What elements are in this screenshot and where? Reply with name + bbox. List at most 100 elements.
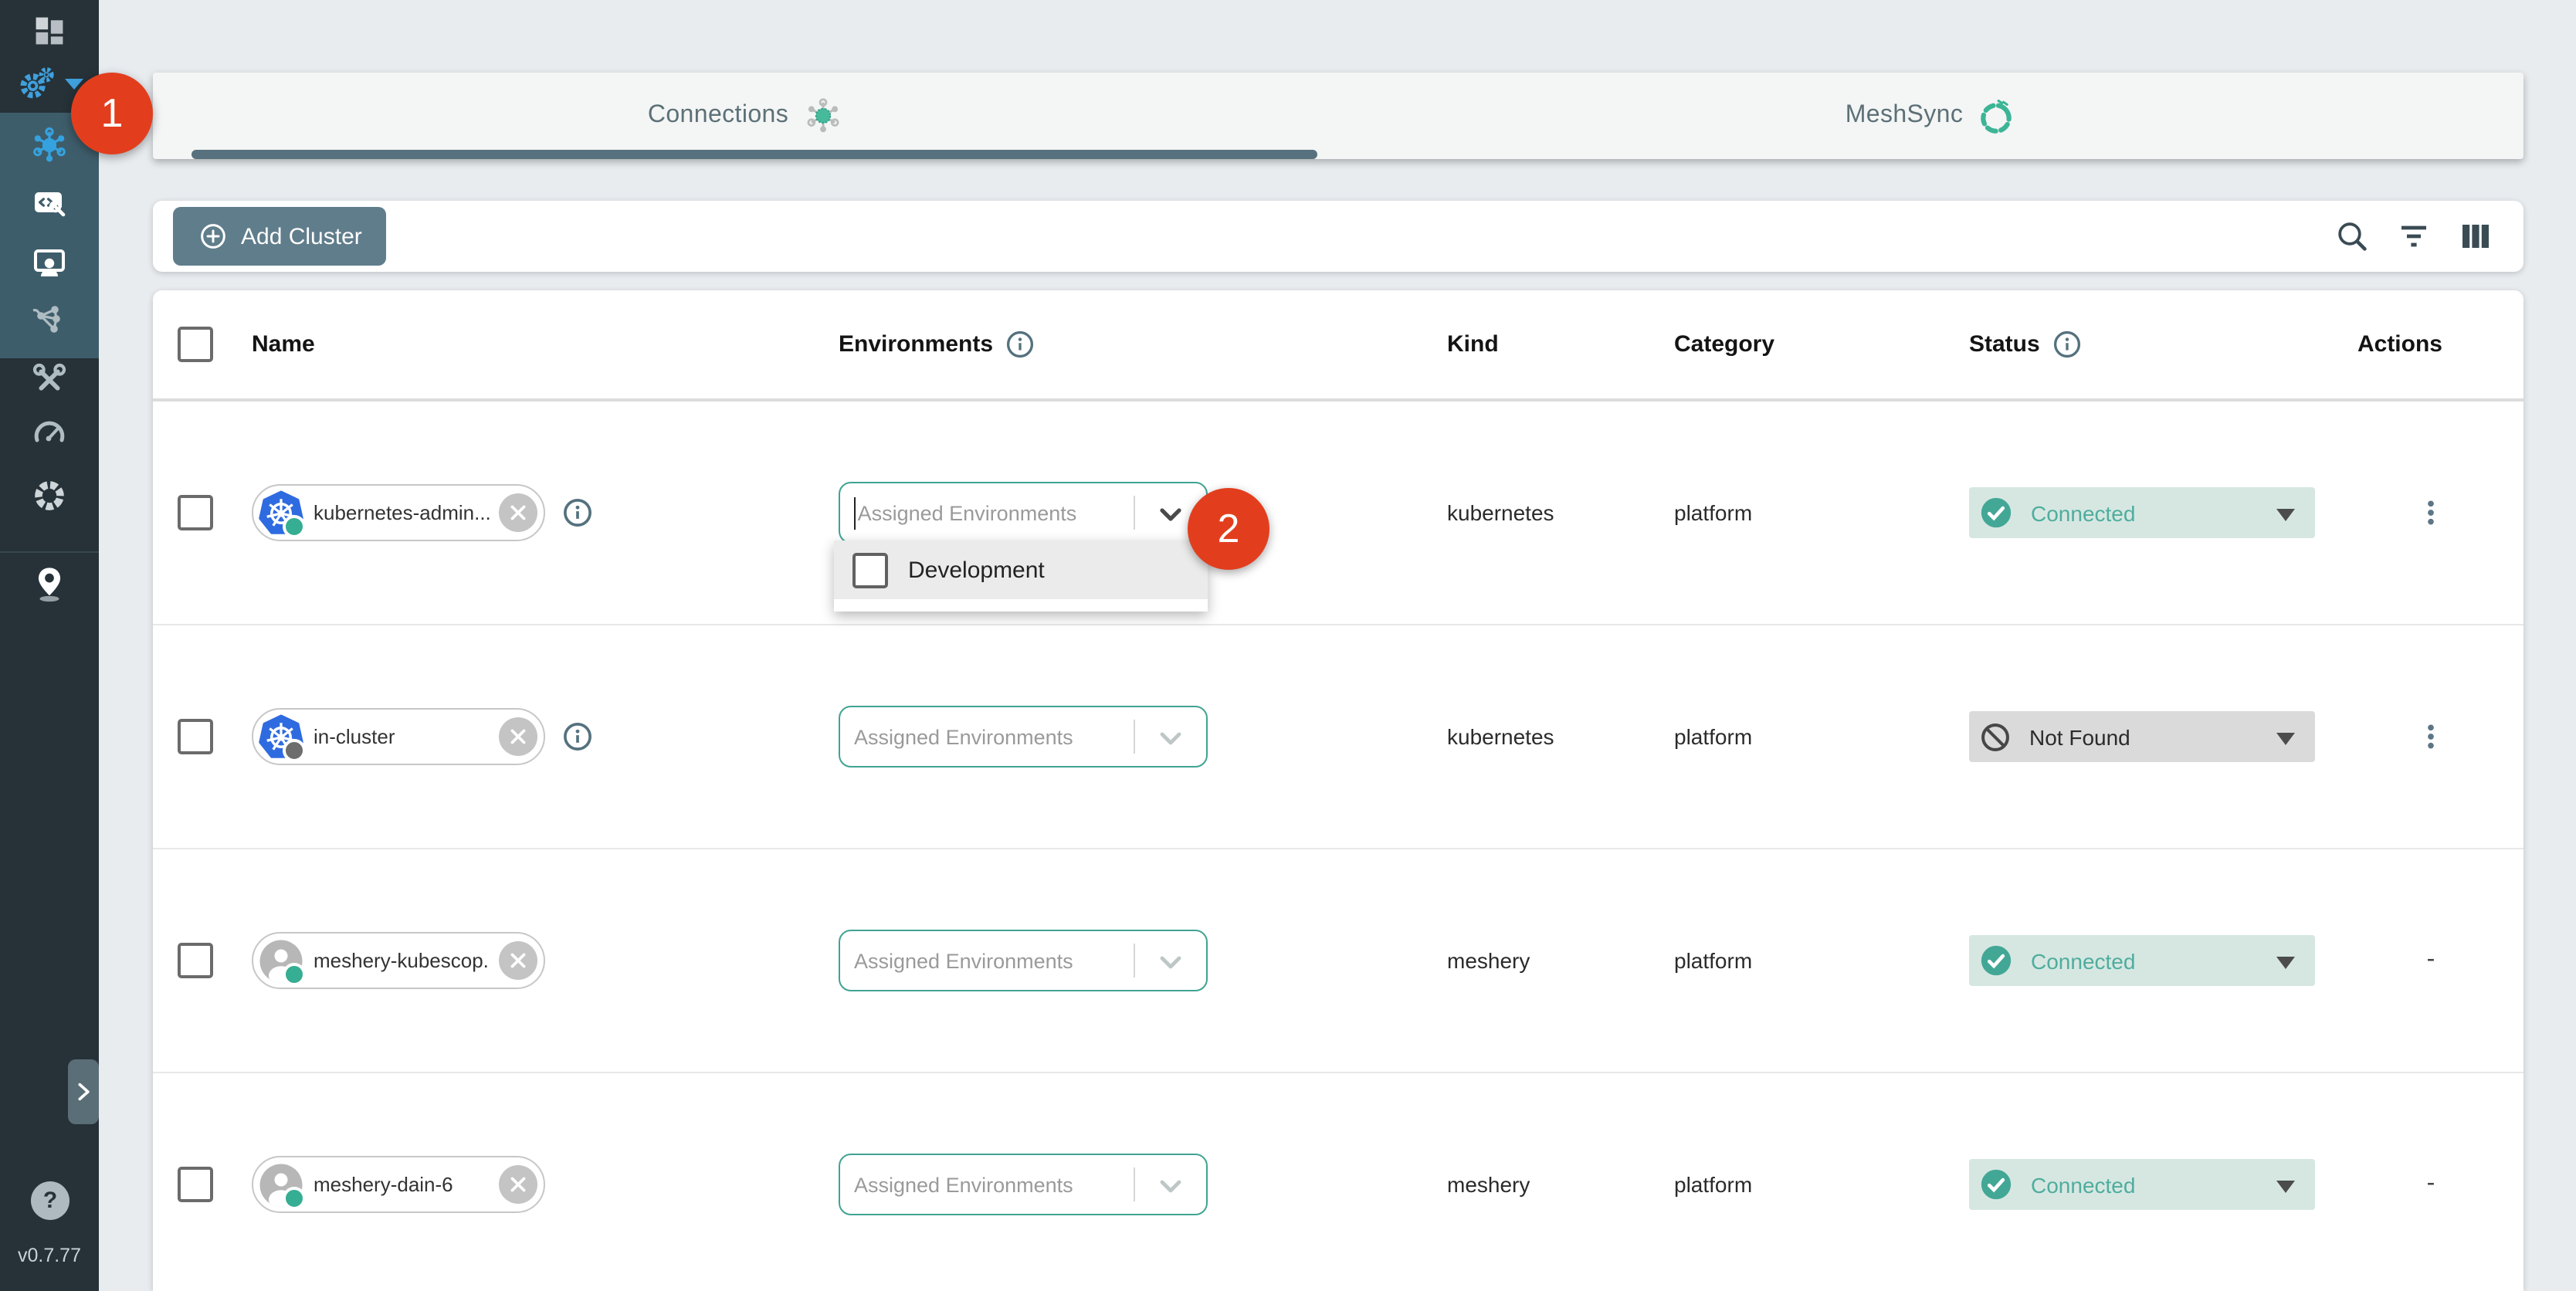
sidebar-item-screen[interactable] xyxy=(0,244,99,281)
environments-menu: Development xyxy=(834,540,1208,612)
env-placeholder: Assigned Environments xyxy=(854,1173,1073,1196)
active-tab-indicator xyxy=(192,149,1317,159)
row-actions-none: - xyxy=(2377,1171,2485,1198)
kebab-menu-icon xyxy=(2415,497,2446,528)
env-placeholder: Assigned Environments xyxy=(858,501,1077,524)
connection-chip[interactable]: in-cluster xyxy=(252,708,545,765)
env-option-development[interactable]: Development xyxy=(834,540,1208,599)
chevron-down-icon[interactable] xyxy=(1152,1167,1189,1205)
adapters-code-icon xyxy=(31,185,68,222)
row-checkbox[interactable] xyxy=(178,719,213,754)
table-row: meshery-dain-6 Assigned Environments mes… xyxy=(153,1073,2523,1291)
sidebar-divider xyxy=(0,551,99,553)
category-value: platform xyxy=(1674,948,1752,973)
table-header: Name Environments Kind Category Status A… xyxy=(153,290,2523,402)
status-select[interactable]: Connected xyxy=(1969,487,2315,538)
remove-connection-icon[interactable] xyxy=(499,493,537,532)
add-cluster-button[interactable]: Add Cluster xyxy=(173,207,387,266)
info-icon[interactable] xyxy=(2051,328,2083,361)
chevron-right-icon xyxy=(73,1078,94,1106)
search-icon[interactable] xyxy=(2334,218,2371,255)
category-value: platform xyxy=(1674,1172,1752,1197)
connection-info-icon[interactable] xyxy=(561,496,595,530)
sidebar-item-extensions[interactable] xyxy=(0,477,99,514)
connections-tab-icon xyxy=(802,96,842,136)
caret-down-icon xyxy=(2276,732,2295,744)
connection-chip[interactable]: meshery-dain-6 xyxy=(252,1156,545,1213)
connection-name: meshery-kubescop... xyxy=(314,949,490,972)
check-circle-icon xyxy=(1978,943,2014,978)
row-actions-none: - xyxy=(2377,947,2485,974)
sidebar-item-adapters[interactable] xyxy=(0,185,99,222)
meshsync-icon xyxy=(1977,97,2015,135)
row-checkbox[interactable] xyxy=(178,1167,213,1202)
row-checkbox[interactable] xyxy=(178,943,213,978)
status-select[interactable]: Connected xyxy=(1969,1159,2315,1210)
connection-chip[interactable]: meshery-kubescop... xyxy=(252,932,545,989)
environments-select[interactable]: Assigned Environments xyxy=(839,1154,1208,1215)
category-value: platform xyxy=(1674,724,1752,749)
chevron-down-icon[interactable] xyxy=(1152,720,1189,757)
performance-gauge-icon xyxy=(31,415,68,452)
column-category: Category xyxy=(1674,331,1774,357)
sidebar-item-environments[interactable] xyxy=(0,564,99,604)
toolbox-wrenches-icon xyxy=(31,361,68,398)
tab-connections-label: Connections xyxy=(648,102,788,130)
tab-meshsync[interactable]: MeshSync xyxy=(1337,73,2523,159)
remove-connection-icon[interactable] xyxy=(499,1165,537,1204)
connection-status-dot xyxy=(283,738,306,761)
connections-mesh-icon xyxy=(29,125,69,165)
connection-status-dot xyxy=(283,962,306,985)
env-placeholder: Assigned Environments xyxy=(854,949,1073,972)
caret-down-icon xyxy=(2276,956,2295,968)
connection-status-dot xyxy=(283,1186,306,1209)
sidebar-item-toolbox[interactable] xyxy=(0,361,99,398)
sidebar-item-performance[interactable] xyxy=(0,415,99,452)
annotation-badge-2: 2 xyxy=(1188,488,1269,570)
remove-connection-icon[interactable] xyxy=(499,941,537,980)
tab-bar: Connections MeshSync xyxy=(153,73,2523,159)
remove-connection-icon[interactable] xyxy=(499,717,537,756)
table-toolbar: Add Cluster xyxy=(153,201,2523,272)
sidebar-expand-button[interactable] xyxy=(68,1059,99,1124)
sidebar-item-service-graph[interactable] xyxy=(0,303,99,340)
extensions-icon xyxy=(31,477,68,514)
row-checkbox[interactable] xyxy=(178,495,213,530)
info-icon[interactable] xyxy=(1004,328,1036,361)
check-circle-icon xyxy=(1978,495,2014,530)
environments-select[interactable]: Assigned Environments xyxy=(839,930,1208,991)
kind-value: kubernetes xyxy=(1447,724,1554,749)
service-graph-icon xyxy=(31,303,68,340)
kebab-menu-icon xyxy=(2415,721,2446,752)
status-select[interactable]: Not Found xyxy=(1969,711,2315,762)
option-checkbox[interactable] xyxy=(852,552,888,588)
view-columns-icon[interactable] xyxy=(2457,218,2494,255)
chevron-down-icon[interactable] xyxy=(1152,496,1189,533)
filter-icon[interactable] xyxy=(2395,218,2432,255)
dashboard-icon[interactable] xyxy=(0,12,99,49)
environments-select[interactable]: Assigned Environments xyxy=(839,706,1208,767)
location-pin-icon xyxy=(29,564,69,604)
environments-select[interactable]: Assigned Environments xyxy=(839,482,1208,544)
help-glyph: ? xyxy=(43,1188,57,1214)
help-button[interactable]: ? xyxy=(31,1181,69,1220)
env-placeholder: Assigned Environments xyxy=(854,725,1073,748)
status-select[interactable]: Connected xyxy=(1969,935,2315,986)
column-kind: Kind xyxy=(1447,331,1499,357)
connection-chip[interactable]: kubernetes-admin... xyxy=(252,484,545,541)
kind-value: meshery xyxy=(1447,948,1530,973)
tab-meshsync-label: MeshSync xyxy=(1846,102,1964,130)
kind-value: kubernetes xyxy=(1447,500,1554,525)
row-actions-menu[interactable] xyxy=(2377,721,2485,752)
avatar-icon xyxy=(258,937,304,984)
caret-down-icon xyxy=(2276,1180,2295,1192)
kubernetes-icon xyxy=(258,490,304,536)
app-version: v0.7.77 xyxy=(0,1245,99,1266)
connection-info-icon[interactable] xyxy=(561,720,595,754)
column-environments: Environments xyxy=(839,328,1036,361)
select-all-checkbox[interactable] xyxy=(178,327,213,362)
text-cursor xyxy=(854,496,856,529)
row-actions-menu[interactable] xyxy=(2377,497,2485,528)
tab-connections[interactable]: Connections xyxy=(153,73,1337,159)
chevron-down-icon[interactable] xyxy=(1152,944,1189,981)
